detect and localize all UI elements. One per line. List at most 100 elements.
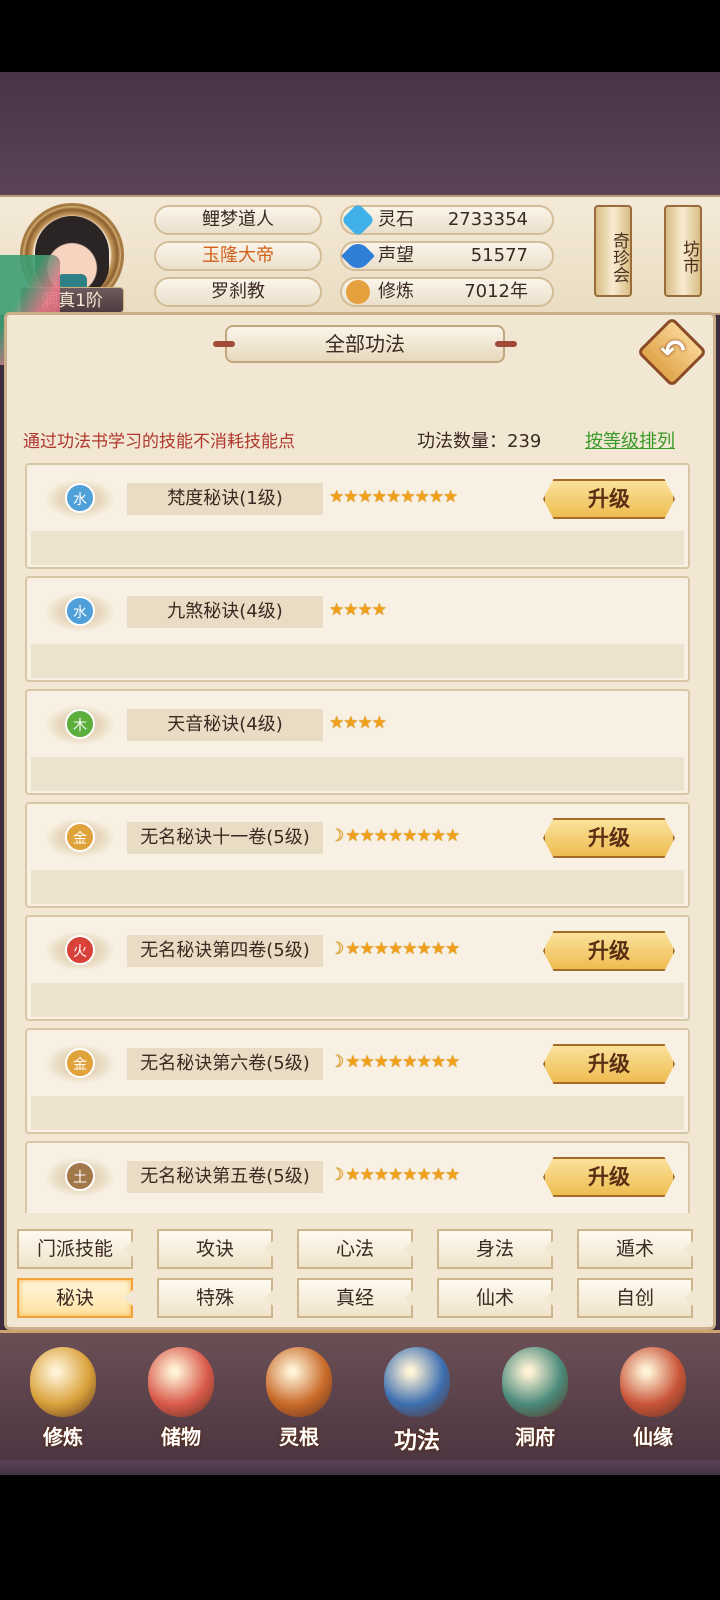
category-movement[interactable]: 身法 <box>437 1229 553 1269</box>
star-icon: ★ <box>343 487 358 507</box>
star-icon: ★ <box>357 713 373 733</box>
star-icon: ★ <box>373 939 389 959</box>
nav-spirit-root[interactable]: 灵根 <box>244 1339 354 1465</box>
upgrade-button[interactable]: 升级 <box>543 1157 675 1197</box>
element-icon: 火 <box>65 935 95 965</box>
upgrade-button[interactable]: 升级 <box>543 818 675 858</box>
fate-gourd-icon <box>620 1347 686 1417</box>
upgrade-button[interactable]: 升级 <box>543 1044 675 1084</box>
star-icon: ★ <box>357 600 373 620</box>
category-self-created[interactable]: 自创 <box>577 1278 693 1318</box>
skill-card[interactable]: 木 天音秘诀(4级) ★★★★ 修炼时每次增加修为126【灵根效果440%(66… <box>25 689 690 853</box>
category-special[interactable]: 特殊 <box>157 1278 273 1318</box>
nav-cave-house[interactable]: 洞府 <box>480 1339 590 1465</box>
meditation-icon <box>30 1347 96 1417</box>
star-icon: ★ <box>388 1165 403 1185</box>
moon-icon: ☽ <box>329 826 344 846</box>
skill-card-header: 水 九煞秘诀(4级) ★★★★ <box>27 578 688 644</box>
star-icon: ★ <box>414 487 430 507</box>
star-icon: ★ <box>359 1052 375 1072</box>
resource-cultivation: 修炼 7012年 <box>340 277 554 307</box>
treasure-fair-button[interactable]: 奇珍会 <box>594 205 632 297</box>
panel-title: 全部功法 <box>213 325 517 363</box>
element-icon: 水 <box>65 596 95 626</box>
resource-spirit-stone: 灵石 2733354 <box>340 203 554 237</box>
back-arrow-icon[interactable]: ↶ <box>650 329 696 375</box>
category-scripture[interactable]: 真经 <box>297 1278 413 1318</box>
nav-fate[interactable]: 仙缘 <box>598 1339 708 1465</box>
player-title[interactable]: 玉隆大帝 <box>154 241 322 271</box>
skill-name: 无名秘诀十一卷(5级) <box>127 822 323 854</box>
category-mind-method[interactable]: 心法 <box>297 1229 413 1269</box>
star-icon: ★ <box>430 939 446 959</box>
spirit-stone-icon <box>341 203 375 237</box>
star-icon: ★ <box>386 487 401 507</box>
skill-card-header: 火 无名秘诀第四卷(5级) ☽ ★★★★★★★★ 升级 <box>27 917 688 983</box>
category-escape[interactable]: 遁术 <box>577 1229 693 1269</box>
nav-storage[interactable]: 储物 <box>126 1339 236 1465</box>
star-icon: ★ <box>416 1165 432 1185</box>
skill-card-header: 土 无名秘诀第五卷(5级) ☽ ★★★★★★★★ 升级 <box>27 1143 688 1209</box>
skill-card-footer: 修炼时每次增加修为126【灵根效果440%(66)】 已满级 <box>31 757 684 853</box>
skill-card-footer: 修炼时每次增加修为1222【灵根效果440%(572)】 625000点灵气 <box>31 870 684 966</box>
star-icon: ★ <box>343 713 358 733</box>
skill-card[interactable]: 金 无名秘诀第六卷(5级) ☽★★★★★★★★ 升级 修炼时每次增加修为752【… <box>25 1028 690 1192</box>
skill-card[interactable]: 火 无名秘诀第四卷(5级) ☽★★★★★★★★ 升级 修炼时每次增加修为564【… <box>25 915 690 1079</box>
star-icon: ★ <box>373 1165 389 1185</box>
star-icon: ★ <box>445 1165 460 1185</box>
star-icon: ★ <box>329 600 344 620</box>
star-icon: ★ <box>343 600 358 620</box>
upgrade-button[interactable]: 升级 <box>543 479 675 519</box>
element-icon: 土 <box>65 1161 95 1191</box>
nav-label: 仙缘 <box>633 1425 673 1449</box>
star-icon: ★ <box>416 939 432 959</box>
resource-reputation: 声望 51577 <box>340 239 554 273</box>
element-icon: 水 <box>65 483 95 513</box>
star-icon: ★ <box>373 826 389 846</box>
upgrade-button[interactable]: 升级 <box>543 931 675 971</box>
nav-cultivate[interactable]: 修炼 <box>8 1339 118 1465</box>
skill-count: 功法数量：239 <box>417 431 542 452</box>
skill-card[interactable]: 金 无名秘诀十一卷(5级) ☽★★★★★★★★ 升级 修炼时每次增加修为1222… <box>25 802 690 966</box>
skill-name: 无名秘诀第四卷(5级) <box>127 935 323 967</box>
star-icon: ★ <box>329 487 344 507</box>
star-icon: ★ <box>388 826 403 846</box>
moon-icon: ☽ <box>329 1165 344 1185</box>
category-immortal-art[interactable]: 仙术 <box>437 1278 553 1318</box>
star-rating: ☽ ★★★★★★★★ <box>329 939 460 959</box>
star-icon: ★ <box>359 1165 375 1185</box>
category-sect-skills[interactable]: 门派技能 <box>17 1229 133 1269</box>
element-icon: 金 <box>65 822 95 852</box>
nav-label: 储物 <box>161 1425 201 1449</box>
star-rating: ★★★★ <box>329 713 387 733</box>
star-icon: ★ <box>402 939 417 959</box>
star-rating: ☽ ★★★★★★★★ <box>329 1052 460 1072</box>
skill-list[interactable]: 水 梵度秘诀(1级) ★★★★★★★★★ 升级 修炼时每次增加修为432【灵根效… <box>25 463 690 1213</box>
element-icon: 金 <box>65 1048 95 1078</box>
category-attack[interactable]: 攻诀 <box>157 1229 273 1269</box>
skill-card[interactable]: 水 梵度秘诀(1级) ★★★★★★★★★ 升级 修炼时每次增加修为432【灵根效… <box>25 463 690 627</box>
star-icon: ★ <box>430 1165 446 1185</box>
storage-bag-icon <box>148 1347 214 1417</box>
star-icon: ★ <box>402 1165 417 1185</box>
skill-name: 梵度秘诀(1级) <box>127 483 323 515</box>
star-icon: ★ <box>416 1052 432 1072</box>
skill-card[interactable]: 土 无名秘诀第五卷(5级) ☽ ★★★★★★★★ 升级 <box>25 1141 690 1213</box>
skill-name: 九煞秘诀(4级) <box>127 596 323 628</box>
category-secret[interactable]: 秘诀 <box>17 1278 133 1318</box>
market-button[interactable]: 坊市 <box>664 205 702 297</box>
star-icon: ★ <box>345 826 360 846</box>
moon-icon: ☽ <box>329 939 344 959</box>
moon-icon: ☽ <box>329 1052 344 1072</box>
skill-card-footer: 修炼时每次增加修为432【灵根效果440%(352)】 100点灵气 <box>31 531 684 627</box>
star-icon: ★ <box>329 713 344 733</box>
notice-text: 通过功法书学习的技能不消耗技能点 <box>23 432 295 452</box>
nav-skills[interactable]: 功法 <box>362 1339 472 1465</box>
star-icon: ★ <box>402 826 417 846</box>
system-nav-bar <box>0 1475 720 1600</box>
star-icon: ★ <box>445 1052 460 1072</box>
star-rating: ☽ ★★★★★★★★ <box>329 826 460 846</box>
player-sect[interactable]: 罗刹教 <box>154 277 322 307</box>
sort-by-level-link[interactable]: 按等级排列 <box>585 427 675 453</box>
skill-card[interactable]: 水 九煞秘诀(4级) ★★★★ 修炼时每次增加修为126【灵根效果440%(66… <box>25 576 690 740</box>
